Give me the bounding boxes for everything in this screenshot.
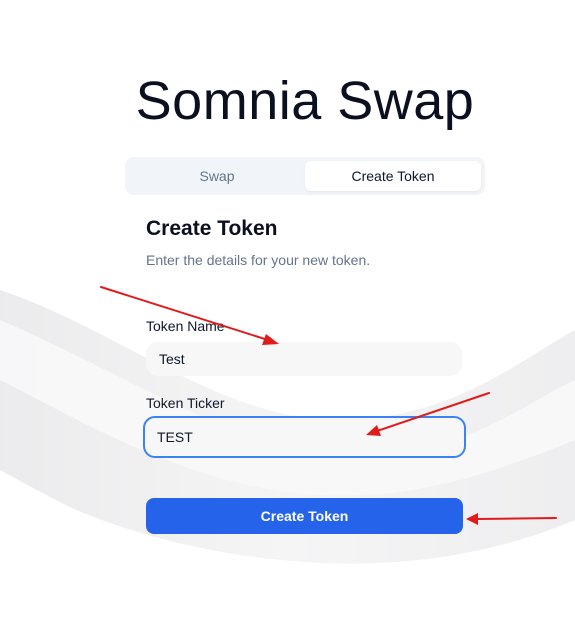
create-token-button[interactable]: Create Token	[146, 498, 463, 534]
mode-tabs: Swap Create Token	[125, 157, 485, 195]
token-ticker-input[interactable]	[143, 416, 466, 458]
app-title: Somnia Swap	[135, 71, 475, 131]
tab-swap[interactable]: Swap	[129, 161, 305, 191]
form-subtitle: Enter the details for your new token.	[146, 252, 371, 268]
form-title: Create Token	[146, 217, 278, 240]
token-name-input[interactable]	[146, 342, 462, 376]
token-ticker-label: Token Ticker	[146, 395, 225, 411]
tab-create-token[interactable]: Create Token	[305, 161, 481, 191]
token-name-label: Token Name	[146, 318, 225, 334]
